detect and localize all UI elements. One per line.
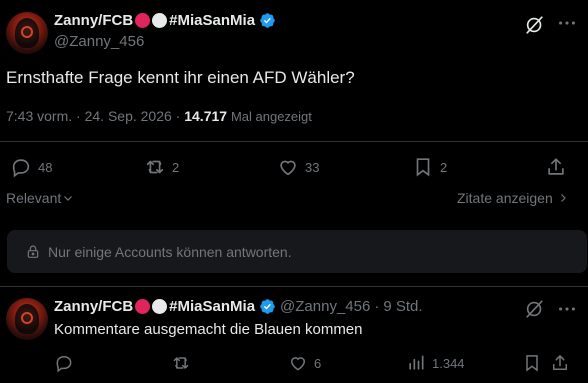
reply-button[interactable]: 48 [10,156,52,178]
reply-icon [56,355,72,373]
more-options-icon[interactable] [556,12,578,34]
reply-author-row: Zanny/FCB #MiaSanMia @Zanny_456 · 9 Std. [54,298,423,315]
white-circle-emoji [152,299,168,314]
tweet-meta: 7:43 vorm. · 24. Sep. 2026 · 14.717 Mal … [6,108,312,124]
tweet-date[interactable]: 24. Sep. 2026 [85,108,172,124]
red-circle-emoji [135,13,151,28]
grok-icon[interactable] [524,14,546,36]
reply-restriction-notice: Nur einige Accounts können antworten. [7,230,587,273]
reply-like-count: 6 [314,355,322,371]
views-icon [409,355,424,370]
chevron-down-icon [64,196,73,201]
bookmark-count: 2 [440,159,448,175]
share-button[interactable] [545,156,573,178]
author-handle[interactable]: @Zanny_456 [54,33,144,50]
reply-restriction-text: Nur einige Accounts können antworten. [48,243,292,260]
like-count: 33 [305,159,320,175]
reply-age[interactable]: 9 Std. [383,298,422,315]
red-circle-emoji [135,299,151,314]
bookmark-icon [526,355,538,372]
reply-name-suffix[interactable]: #MiaSanMia [169,298,255,315]
reply-avatar[interactable] [6,298,48,340]
reply-handle[interactable]: @Zanny_456 [280,298,370,315]
reply-share-button[interactable] [550,353,576,373]
views-label: Mal angezeigt [230,109,312,124]
like-icon [290,357,306,371]
reply-text: Kommentare ausgemacht die Blauen kommen [54,321,363,338]
author-name[interactable]: Zanny/FCB #MiaSanMia [54,12,276,29]
reply-retweet-button[interactable] [171,353,197,373]
name-suffix: #MiaSanMia [169,12,256,29]
display-name: Zanny/FCB [54,12,134,29]
views-count: 14.717 [184,108,228,124]
white-circle-emoji [152,13,168,28]
reply-views-button[interactable]: 1.344 [406,353,465,373]
reply-display-name[interactable]: Zanny/FCB [54,298,133,315]
sort-dropdown[interactable]: Relevant [6,190,74,206]
tweet-time[interactable]: 7:43 vorm. [6,108,72,124]
divider [0,141,588,142]
retweet-icon [146,160,164,174]
share-icon [553,355,567,370]
retweet-icon [173,357,189,369]
retweet-button[interactable]: 2 [144,156,179,178]
verified-badge-icon[interactable] [259,298,276,315]
like-icon [280,160,296,176]
reply-like-button[interactable]: 6 [288,353,321,373]
divider [0,286,588,287]
avatar[interactable] [6,12,48,54]
bookmark-icon [416,158,430,177]
reply-views-count: 1.344 [432,355,465,371]
view-quotes-link[interactable]: Zitate anzeigen [457,190,569,206]
verified-badge-icon[interactable] [259,12,276,29]
chevron-right-icon [560,194,566,202]
share-icon [548,158,564,175]
reply-bookmark-button[interactable] [522,353,548,373]
lock-icon [27,244,39,258]
tweet-text: Ernsthafte Frage kennt ihr einen AFD Wäh… [6,68,355,87]
like-button[interactable]: 33 [277,156,319,178]
sort-label: Relevant [6,190,62,206]
more-options-icon[interactable] [556,298,578,320]
reply-reply-button[interactable] [54,353,80,373]
reply-icon [12,159,30,178]
reply-count: 48 [38,159,53,175]
grok-icon[interactable] [524,298,546,320]
retweet-count: 2 [172,159,180,175]
bookmark-button[interactable]: 2 [412,156,447,178]
view-quotes-label: Zitate anzeigen [457,190,553,206]
